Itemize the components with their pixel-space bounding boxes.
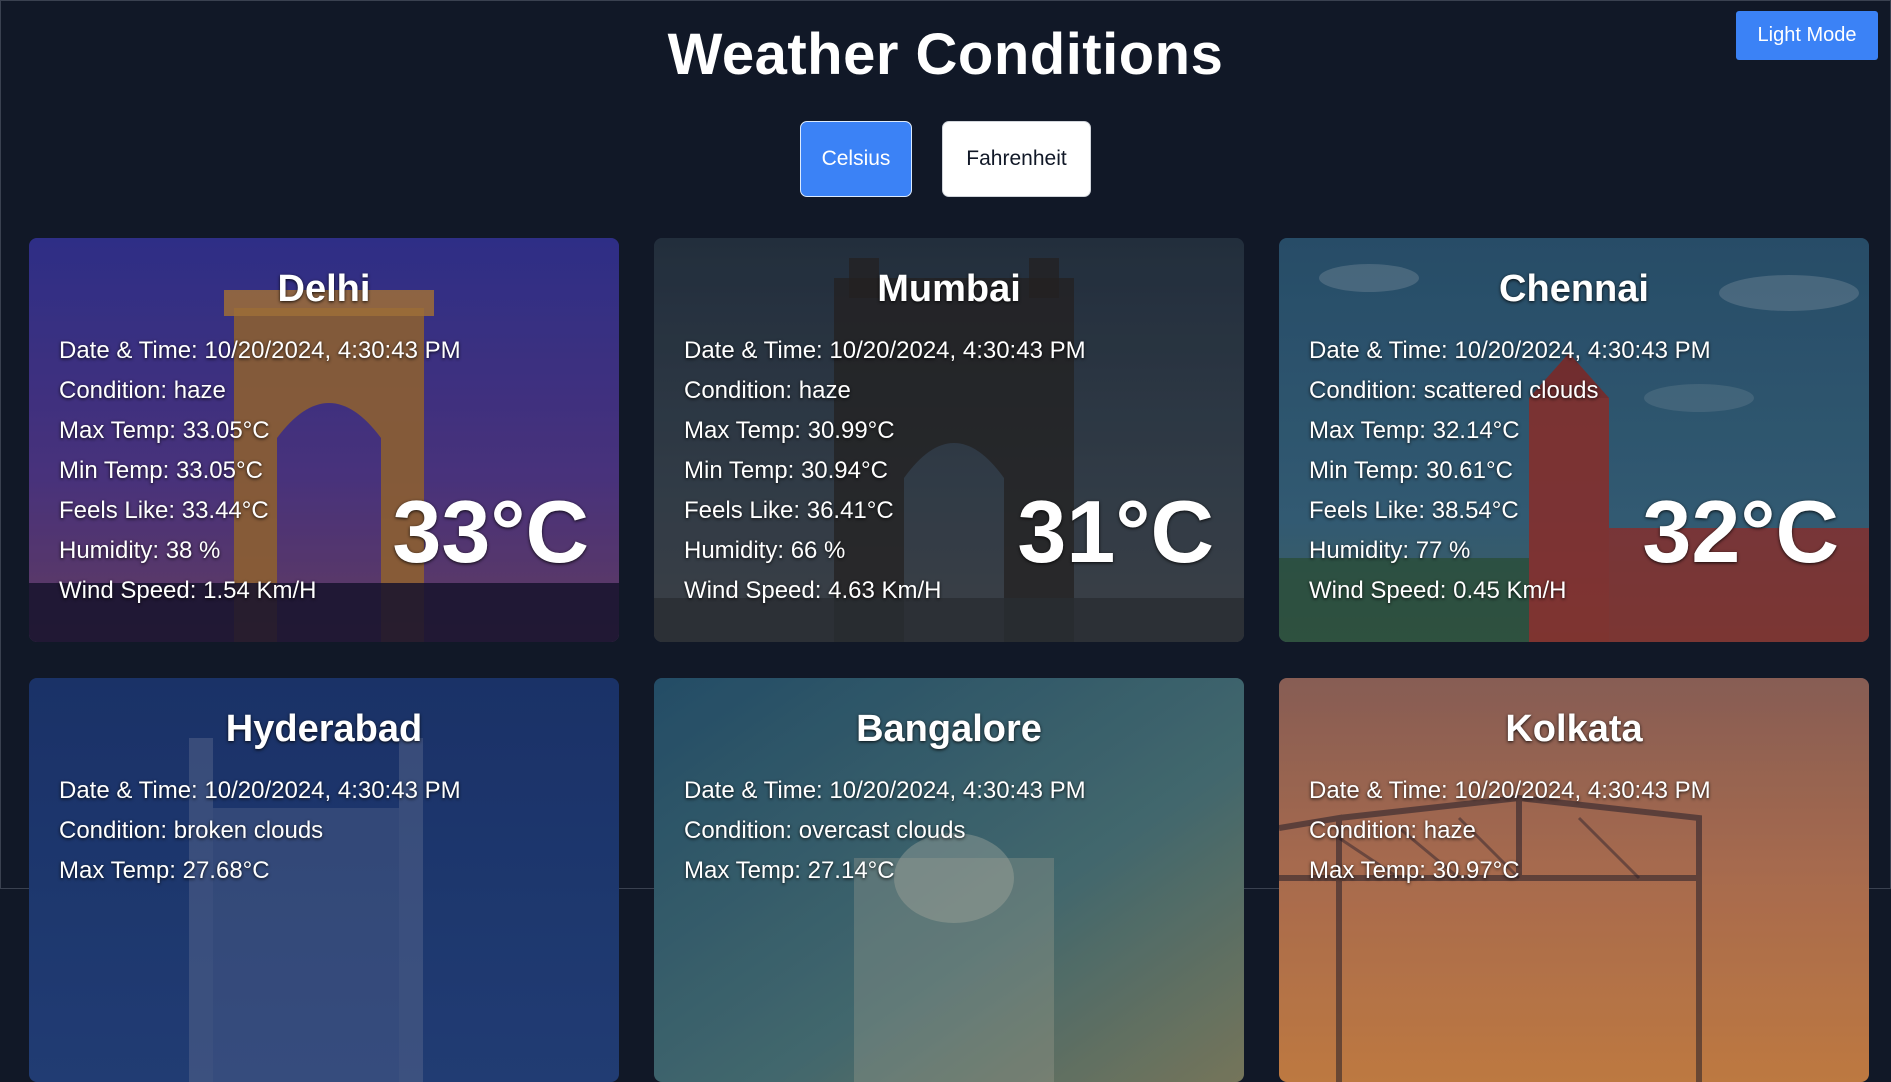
max-temp-row: Max Temp: 33.05°C [59, 417, 270, 444]
fahrenheit-button[interactable]: Fahrenheit [942, 121, 1091, 197]
city-name: Bangalore [856, 708, 1042, 750]
datetime-row: Date & Time: 10/20/2024, 4:30:43 PM [59, 337, 461, 364]
weather-card-mumbai: Mumbai Date & Time: 10/20/2024, 4:30:43 … [654, 238, 1244, 642]
condition-row: Condition: broken clouds [59, 817, 324, 844]
condition-row: Condition: scattered clouds [1309, 377, 1599, 404]
max-temp-row: Max Temp: 32.14°C [1309, 417, 1520, 444]
datetime-row: Date & Time: 10/20/2024, 4:30:43 PM [1309, 337, 1711, 364]
city-name: Hyderabad [225, 708, 423, 750]
datetime-row: Date & Time: 10/20/2024, 4:30:43 PM [59, 777, 461, 804]
celsius-button[interactable]: Celsius [800, 121, 912, 197]
datetime-row: Date & Time: 10/20/2024, 4:30:43 PM [684, 777, 1086, 804]
weather-card-kolkata: Kolkata Date & Time: 10/20/2024, 4:30:43… [1279, 678, 1869, 1082]
city-name: Kolkata [1505, 708, 1643, 750]
datetime-row: Date & Time: 10/20/2024, 4:30:43 PM [1309, 777, 1711, 804]
datetime-row: Date & Time: 10/20/2024, 4:30:43 PM [684, 337, 1086, 364]
max-temp-row: Max Temp: 27.14°C [684, 857, 895, 884]
city-name: Mumbai [877, 268, 1021, 310]
current-temperature: 31°C [1017, 482, 1214, 581]
max-temp-row: Max Temp: 30.97°C [1309, 857, 1520, 884]
city-name: Chennai [1499, 268, 1649, 310]
max-temp-row: Max Temp: 30.99°C [684, 417, 895, 444]
max-temp-row: Max Temp: 27.68°C [59, 857, 270, 884]
weather-card-bangalore: Bangalore Date & Time: 10/20/2024, 4:30:… [654, 678, 1244, 1082]
weather-card-delhi: Delhi Date & Time: 10/20/2024, 4:30:43 P… [29, 238, 619, 642]
page-title: Weather Conditions [667, 22, 1224, 87]
current-temperature: 33°C [392, 482, 589, 581]
weather-card-grid: Delhi Date & Time: 10/20/2024, 4:30:43 P… [29, 238, 1869, 1082]
condition-row: Condition: haze [684, 377, 851, 404]
condition-row: Condition: haze [59, 377, 226, 404]
current-temperature: 32°C [1642, 482, 1839, 581]
weather-card-chennai: Chennai Date & Time: 10/20/2024, 4:30:43… [1279, 238, 1869, 642]
condition-row: Condition: haze [1309, 817, 1476, 844]
unit-toggle: Celsius Fahrenheit [1, 121, 1890, 197]
city-name: Delhi [277, 268, 371, 310]
condition-row: Condition: overcast clouds [684, 817, 966, 844]
weather-card-hyderabad: Hyderabad Date & Time: 10/20/2024, 4:30:… [29, 678, 619, 1082]
